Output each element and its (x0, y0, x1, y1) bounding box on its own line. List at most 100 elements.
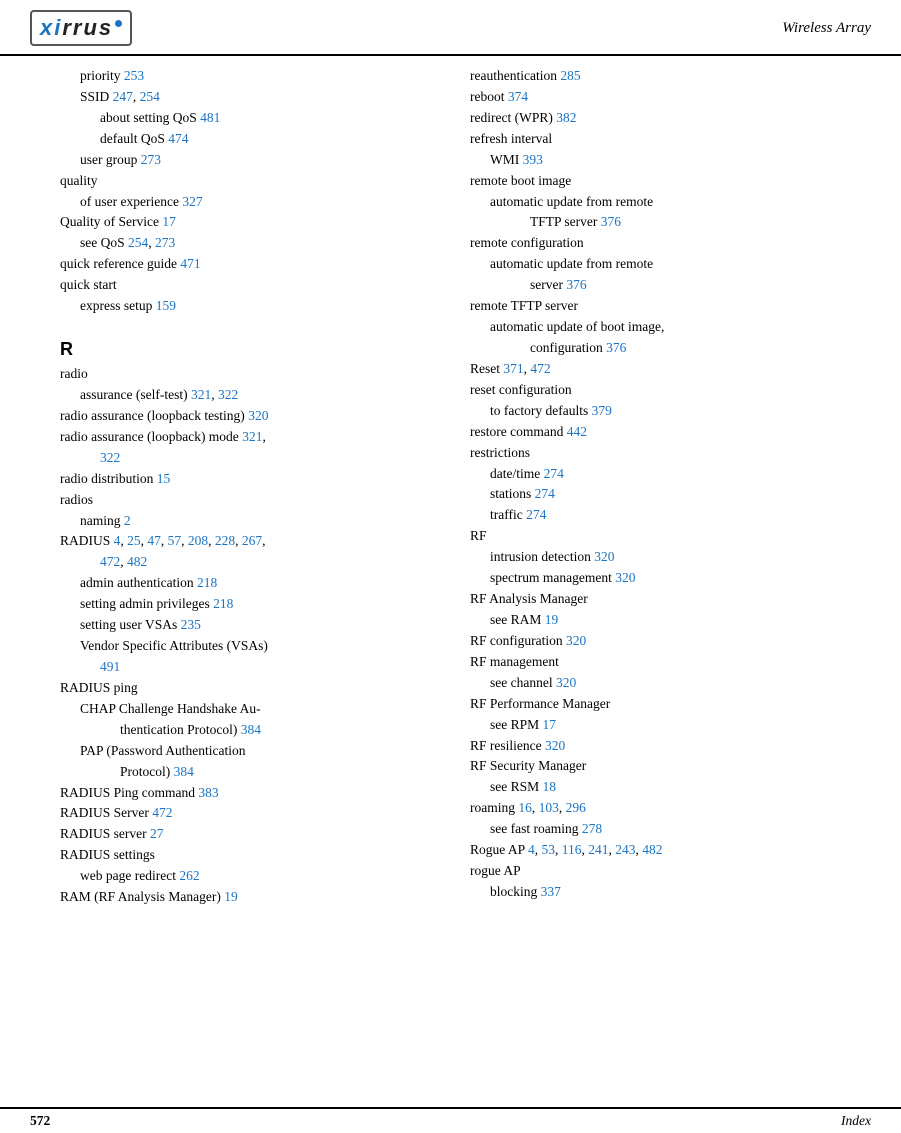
link-274c[interactable]: 274 (526, 507, 546, 522)
link-228[interactable]: 228 (215, 533, 235, 548)
list-item: about setting QoS 481 (100, 108, 430, 129)
link-322b[interactable]: 322 (100, 450, 120, 465)
list-item: thentication Protocol) 384 (120, 720, 430, 741)
link-103[interactable]: 103 (539, 800, 559, 815)
list-item: user group 273 (80, 150, 430, 171)
link-474[interactable]: 474 (168, 131, 188, 146)
list-item: radio assurance (loopback) mode 321, (60, 427, 430, 448)
link-17b[interactable]: 17 (543, 717, 557, 732)
list-item: RADIUS Ping command 383 (60, 783, 430, 804)
list-item: RADIUS 4, 25, 47, 57, 208, 228, 267, (60, 531, 430, 552)
link-442[interactable]: 442 (567, 424, 587, 439)
list-item: PAP (Password Authentication (80, 741, 430, 762)
link-254[interactable]: 254 (140, 89, 160, 104)
list-item: see fast roaming 278 (490, 819, 871, 840)
link-253[interactable]: 253 (124, 68, 144, 83)
list-item: 472, 482 (100, 552, 430, 573)
link-393[interactable]: 393 (523, 152, 543, 167)
link-267[interactable]: 267 (242, 533, 262, 548)
link-278[interactable]: 278 (582, 821, 602, 836)
link-47[interactable]: 47 (147, 533, 161, 548)
link-159[interactable]: 159 (156, 298, 176, 313)
link-18[interactable]: 18 (543, 779, 557, 794)
link-376c[interactable]: 376 (606, 340, 626, 355)
link-285[interactable]: 285 (560, 68, 580, 83)
logo-dot (115, 20, 122, 27)
logo-text: xirrus (40, 15, 122, 41)
link-19b[interactable]: 19 (545, 612, 559, 627)
link-218[interactable]: 218 (197, 575, 217, 590)
link-472c[interactable]: 472 (530, 361, 550, 376)
link-379[interactable]: 379 (592, 403, 612, 418)
link-16[interactable]: 16 (518, 800, 532, 815)
list-item: traffic 274 (490, 505, 871, 526)
link-15[interactable]: 15 (157, 471, 171, 486)
list-item: Rogue AP 4, 53, 116, 241, 243, 482 (470, 840, 871, 861)
link-321[interactable]: 321 (191, 387, 211, 402)
list-item: SSID 247, 254 (80, 87, 430, 108)
link-2[interactable]: 2 (124, 513, 131, 528)
list-item: radio distribution 15 (60, 469, 430, 490)
link-482[interactable]: 482 (127, 554, 147, 569)
link-384[interactable]: 384 (241, 722, 261, 737)
link-17[interactable]: 17 (162, 214, 176, 229)
header-title: Wireless Array (782, 20, 871, 37)
link-472b[interactable]: 472 (152, 805, 172, 820)
list-item: Vendor Specific Attributes (VSAs) (80, 636, 430, 657)
link-273b[interactable]: 273 (155, 235, 175, 250)
link-384b[interactable]: 384 (174, 764, 194, 779)
list-item: RADIUS Server 472 (60, 803, 430, 824)
list-item: Quality of Service 17 (60, 212, 430, 233)
list-item: intrusion detection 320 (490, 547, 871, 568)
link-273[interactable]: 273 (141, 152, 161, 167)
link-481[interactable]: 481 (200, 110, 220, 125)
list-item: reauthentication 285 (470, 66, 871, 87)
link-321b[interactable]: 321 (242, 429, 262, 444)
link-320c[interactable]: 320 (615, 570, 635, 585)
list-item: RF Performance Manager (470, 694, 871, 715)
link-274[interactable]: 274 (544, 466, 564, 481)
link-376[interactable]: 376 (601, 214, 621, 229)
list-item: assurance (self-test) 321, 322 (80, 385, 430, 406)
section-letter-r: R (60, 339, 430, 360)
link-247[interactable]: 247 (113, 89, 133, 104)
link-53[interactable]: 53 (542, 842, 556, 857)
link-383[interactable]: 383 (198, 785, 218, 800)
link-235[interactable]: 235 (181, 617, 201, 632)
link-491[interactable]: 491 (100, 659, 120, 674)
footer-section: Index (841, 1113, 871, 1129)
link-218b[interactable]: 218 (213, 596, 233, 611)
link-57[interactable]: 57 (168, 533, 182, 548)
link-4b[interactable]: 4 (528, 842, 535, 857)
link-208[interactable]: 208 (188, 533, 208, 548)
link-254b[interactable]: 254 (128, 235, 148, 250)
link-25[interactable]: 25 (127, 533, 141, 548)
link-241[interactable]: 241 (588, 842, 608, 857)
link-337[interactable]: 337 (541, 884, 561, 899)
link-296[interactable]: 296 (566, 800, 586, 815)
link-371[interactable]: 371 (503, 361, 523, 376)
link-320e[interactable]: 320 (556, 675, 576, 690)
link-116[interactable]: 116 (562, 842, 582, 857)
link-243[interactable]: 243 (615, 842, 635, 857)
link-472[interactable]: 472 (100, 554, 120, 569)
link-19[interactable]: 19 (224, 889, 238, 904)
list-item: setting admin privileges 218 (80, 594, 430, 615)
link-482b[interactable]: 482 (642, 842, 662, 857)
link-471[interactable]: 471 (180, 256, 200, 271)
link-320[interactable]: 320 (248, 408, 268, 423)
link-27[interactable]: 27 (150, 826, 164, 841)
link-274b[interactable]: 274 (535, 486, 555, 501)
link-320f[interactable]: 320 (545, 738, 565, 753)
link-376b[interactable]: 376 (566, 277, 586, 292)
link-322[interactable]: 322 (218, 387, 238, 402)
link-374[interactable]: 374 (508, 89, 528, 104)
list-item: stations 274 (490, 484, 871, 505)
link-320d[interactable]: 320 (566, 633, 586, 648)
link-382[interactable]: 382 (556, 110, 576, 125)
link-4[interactable]: 4 (114, 533, 121, 548)
link-327[interactable]: 327 (182, 194, 202, 209)
link-320b[interactable]: 320 (594, 549, 614, 564)
list-item: RF Security Manager (470, 756, 871, 777)
link-262[interactable]: 262 (179, 868, 199, 883)
